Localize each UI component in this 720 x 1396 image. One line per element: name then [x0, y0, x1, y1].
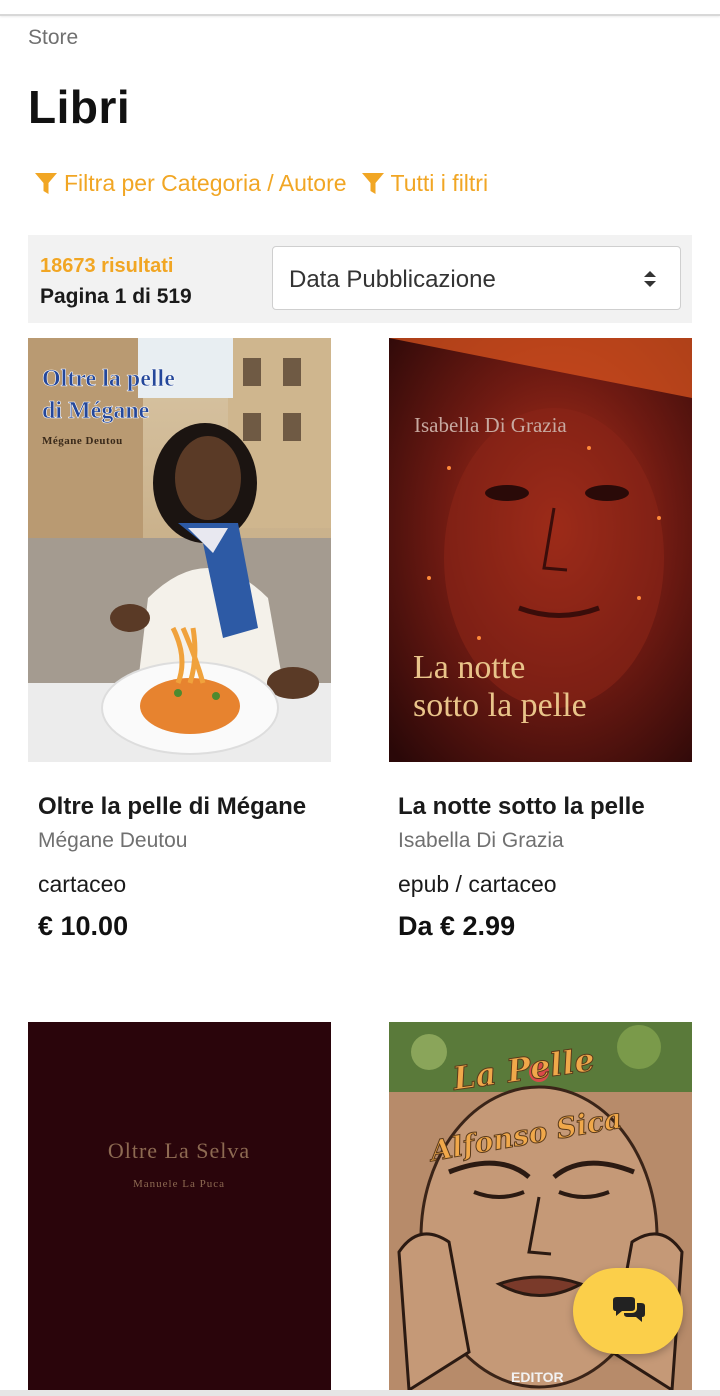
- breadcrumb[interactable]: Store: [28, 26, 78, 50]
- filter-category-author-label: Filtra per Categoria / Autore: [64, 170, 347, 196]
- cover-title-line2: di Mégane: [42, 398, 150, 424]
- book-price: Da € 2.99: [398, 911, 516, 941]
- chat-bubbles-icon: [613, 1297, 645, 1322]
- bottom-divider: [0, 1390, 720, 1396]
- book-format: cartaceo: [38, 871, 127, 897]
- book-author[interactable]: Isabella Di Grazia: [398, 828, 698, 854]
- results-page: Pagina 1 di 519: [40, 285, 192, 308]
- cover-author: Mégane Deutou: [42, 435, 123, 447]
- filter-bar: Filtra per Categoria / Autore Tutti i fi…: [34, 170, 488, 197]
- cover-author: Manuele La Puca: [133, 1178, 225, 1190]
- chat-button[interactable]: [573, 1268, 683, 1354]
- cover-title-line1: La notte: [413, 649, 525, 686]
- book-title[interactable]: La notte sotto la pelle: [398, 792, 698, 822]
- book-price: € 10.00: [38, 911, 129, 941]
- top-bar: [0, 0, 720, 16]
- book-cover-oltre-la-pelle[interactable]: Oltre la pelle di Mégane Mégane Deutou: [28, 338, 331, 762]
- book-info-2: La notte sotto la pelle Isabella Di Graz…: [398, 792, 698, 942]
- book-cover-oltre-la-selva[interactable]: Oltre La Selva Manuele La Puca: [28, 1022, 331, 1390]
- book-format: epub / cartaceo: [398, 871, 557, 897]
- cover-title-line1: Oltre la pelle: [42, 366, 175, 392]
- all-filters-label: Tutti i filtri: [390, 170, 489, 196]
- sort-arrows-icon: [644, 271, 656, 287]
- book-info-1: Oltre la pelle di Mégane Mégane Deutou c…: [38, 792, 338, 942]
- funnel-icon: [35, 172, 57, 194]
- sort-select[interactable]: Data Pubblicazione: [272, 246, 681, 310]
- cover-title-line2: sotto la pelle: [413, 687, 587, 724]
- all-filters-link[interactable]: Tutti i filtri: [361, 170, 489, 197]
- sort-selected-value: Data Pubblicazione: [289, 266, 496, 293]
- page-title: Libri: [28, 81, 131, 133]
- book-author[interactable]: Mégane Deutou: [38, 828, 338, 854]
- filter-category-author-link[interactable]: Filtra per Categoria / Autore: [34, 170, 347, 197]
- book-title[interactable]: Oltre la pelle di Mégane: [38, 792, 338, 822]
- cover-title: Oltre La Selva: [108, 1138, 250, 1163]
- funnel-icon: [361, 172, 384, 194]
- cover-author: Isabella Di Grazia: [414, 413, 567, 437]
- results-bar: 18673 risultati Pagina 1 di 519 Data Pub…: [28, 235, 692, 323]
- cover-publisher: EDITOR: [511, 1369, 564, 1385]
- results-count: 18673 risultati: [40, 255, 174, 277]
- book-cover-la-notte[interactable]: Isabella Di Grazia La notte sotto la pel…: [389, 338, 692, 762]
